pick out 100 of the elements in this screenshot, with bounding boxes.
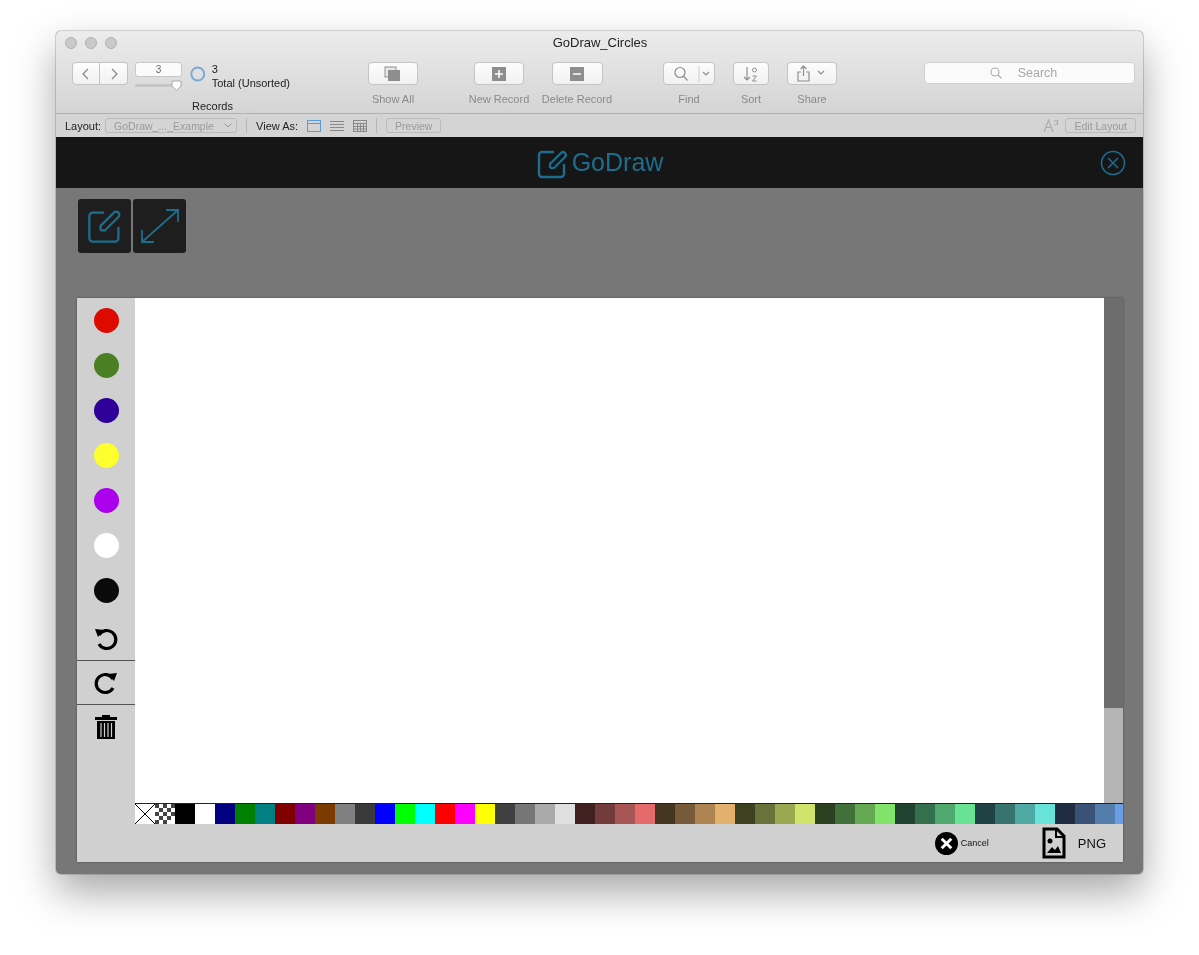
- color-swatch[interactable]: [1095, 804, 1115, 824]
- slider-thumb[interactable]: [171, 80, 183, 91]
- color-swatch[interactable]: [855, 804, 875, 824]
- toolbar-label: Find: [678, 93, 700, 105]
- delete-button[interactable]: [551, 62, 603, 85]
- toolbar-label: Delete Record: [541, 93, 613, 105]
- color-swatch[interactable]: [255, 804, 275, 824]
- color-swatch[interactable]: [355, 804, 375, 824]
- color-swatch[interactable]: [635, 804, 655, 824]
- found-label: Total (Unsorted): [211, 76, 290, 90]
- color-swatch[interactable]: [955, 804, 975, 824]
- color-swatch[interactable]: [335, 804, 355, 824]
- color-swatch[interactable]: [495, 804, 515, 824]
- chevron-right-icon: [109, 67, 118, 80]
- color-swatch[interactable]: [875, 804, 895, 824]
- cancel-button[interactable]: Cancel: [934, 831, 989, 855]
- close-icon[interactable]: [1100, 150, 1126, 176]
- found-count: 3: [211, 62, 219, 76]
- color-swatch[interactable]: [1075, 804, 1095, 824]
- color-swatch[interactable]: [975, 804, 995, 824]
- zoom-button[interactable]: [105, 36, 117, 49]
- color-swatch[interactable]: [315, 804, 335, 824]
- color-swatch[interactable]: [395, 804, 415, 824]
- color-dot[interactable]: [93, 533, 119, 558]
- no-color-swatch[interactable]: [135, 804, 155, 824]
- color-swatch[interactable]: [1055, 804, 1075, 824]
- color-swatch[interactable]: [375, 804, 395, 824]
- color-swatch[interactable]: [655, 804, 675, 824]
- expand-button[interactable]: [133, 199, 186, 253]
- minus-icon: [570, 66, 584, 81]
- color-swatch[interactable]: [775, 804, 795, 824]
- color-dot[interactable]: [93, 308, 119, 333]
- color-swatch[interactable]: [1035, 804, 1055, 824]
- previous-button[interactable]: [72, 62, 100, 85]
- edit-button[interactable]: [78, 199, 131, 253]
- scrollbar[interactable]: [1104, 298, 1123, 803]
- color-swatch[interactable]: [475, 804, 495, 824]
- search-field[interactable]: Search: [924, 62, 1135, 84]
- color-swatch[interactable]: [215, 804, 235, 824]
- trash-icon[interactable]: [94, 713, 118, 740]
- color-swatch[interactable]: [1015, 804, 1035, 824]
- color-swatch[interactable]: [175, 804, 195, 824]
- color-swatch[interactable]: [535, 804, 555, 824]
- color-swatch[interactable]: [275, 804, 295, 824]
- color-swatch[interactable]: [815, 804, 835, 824]
- share-button[interactable]: [787, 62, 837, 85]
- next-button[interactable]: [100, 62, 128, 85]
- color-swatch[interactable]: [555, 804, 575, 824]
- transparent-swatch[interactable]: [155, 804, 175, 824]
- list-view-icon[interactable]: [330, 119, 345, 132]
- color-swatch[interactable]: [195, 804, 215, 824]
- showall-button[interactable]: [368, 62, 418, 85]
- find-button[interactable]: [663, 62, 715, 85]
- new-button[interactable]: [474, 62, 524, 85]
- color-swatch[interactable]: [735, 804, 755, 824]
- color-swatch[interactable]: [295, 804, 315, 824]
- close-window-button[interactable]: [65, 36, 77, 49]
- color-dot[interactable]: [93, 578, 119, 603]
- color-swatch[interactable]: [695, 804, 715, 824]
- color-swatch[interactable]: [795, 804, 815, 824]
- color-swatch[interactable]: [575, 804, 595, 824]
- color-swatch[interactable]: [675, 804, 695, 824]
- form-view-icon[interactable]: [307, 119, 322, 132]
- color-swatch[interactable]: [235, 804, 255, 824]
- sort-button[interactable]: [733, 62, 769, 85]
- stacked-pages-icon: [384, 65, 402, 82]
- color-dot[interactable]: [93, 398, 119, 423]
- color-swatch[interactable]: [415, 804, 435, 824]
- record-number-field[interactable]: 3: [135, 62, 183, 77]
- minimize-button[interactable]: [85, 36, 97, 49]
- table-view-icon[interactable]: [353, 119, 368, 132]
- toolbar-label: New Record: [468, 93, 530, 105]
- toolbar-label: Share: [797, 93, 827, 105]
- color-swatch[interactable]: [515, 804, 535, 824]
- color-swatch[interactable]: [435, 804, 455, 824]
- window-title: GoDraw_Circles: [551, 35, 649, 50]
- png-button[interactable]: PNG: [1041, 827, 1106, 859]
- chevron-left-icon: [82, 67, 90, 80]
- color-swatch[interactable]: [935, 804, 955, 824]
- color-dot[interactable]: [93, 488, 119, 513]
- sort-icon: [743, 65, 759, 82]
- color-swatch[interactable]: [895, 804, 915, 824]
- color-swatch[interactable]: [915, 804, 935, 824]
- color-swatch[interactable]: [595, 804, 615, 824]
- view-as-label: View As:: [256, 119, 299, 132]
- image-file-icon: [1041, 827, 1066, 859]
- color-dot[interactable]: [93, 353, 119, 378]
- logo-text: GoDraw: [571, 148, 664, 177]
- color-swatch[interactable]: [455, 804, 475, 824]
- toolbar-label: Sort: [740, 93, 762, 105]
- color-swatch[interactable]: [835, 804, 855, 824]
- close-icon: [934, 831, 958, 855]
- color-swatch[interactable]: [715, 804, 735, 824]
- record-slider[interactable]: [135, 80, 183, 92]
- color-swatch[interactable]: [995, 804, 1015, 824]
- color-dot[interactable]: [93, 443, 119, 468]
- color-swatch[interactable]: [755, 804, 775, 824]
- color-swatch[interactable]: [615, 804, 635, 824]
- font-size-icon[interactable]: [1043, 118, 1060, 133]
- layout-label: Layout:: [65, 119, 102, 132]
